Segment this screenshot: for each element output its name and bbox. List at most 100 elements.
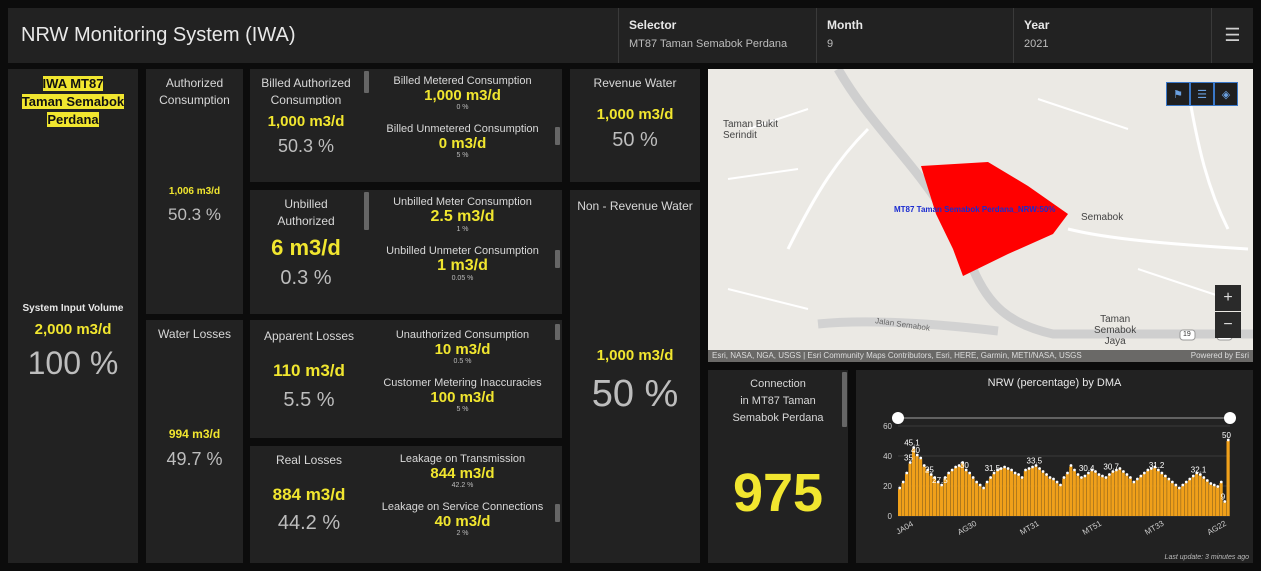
data-label: 27.5 xyxy=(932,476,948,485)
data-label: 30.4 xyxy=(1079,464,1095,473)
unauthorized-value: 10 m3/d xyxy=(434,341,491,358)
app-title: NRW Monitoring System (IWA) xyxy=(21,24,296,46)
chart-bar xyxy=(1002,468,1007,516)
apparent-scrollbar[interactable] xyxy=(555,324,560,340)
hamburger-icon[interactable]: ☰ xyxy=(1211,8,1253,63)
chart-point xyxy=(978,483,982,487)
billed-unmetered-label: Billed Unmetered Consumption xyxy=(386,123,539,135)
revenue-value: 1,000 m3/d xyxy=(596,106,674,123)
unbilled-label-line1: Unbilled xyxy=(284,197,328,211)
map-label-polygon: MT87 Taman Semabok Perdana_NRW:50% xyxy=(894,205,1056,214)
chart-bar xyxy=(971,478,975,516)
authorized-consumption-panel: Authorized Consumption 1,006 m3/d 50.3 % xyxy=(146,69,243,314)
map-label-semabok: Semabok xyxy=(1081,212,1124,223)
chart-bar xyxy=(1104,478,1108,516)
data-label: 25 xyxy=(925,466,934,475)
x-tick-label: MT51 xyxy=(1081,519,1104,537)
chart-bar xyxy=(1205,481,1209,516)
chart-bar xyxy=(936,483,940,516)
chart-point xyxy=(1080,476,1083,479)
chart-bar xyxy=(1034,466,1038,516)
month-value: 9 xyxy=(827,38,834,50)
bookmark-icon[interactable]: ⚑ xyxy=(1166,82,1190,106)
selector-label: Selector xyxy=(629,18,677,32)
data-label: 9 xyxy=(1221,493,1226,502)
chart-bar xyxy=(1121,472,1125,516)
billed-scrollbar[interactable] xyxy=(364,71,369,93)
real-pct: 44.2 % xyxy=(277,512,341,534)
chart-point xyxy=(954,465,958,469)
authorized-value: 1,006 m3/d xyxy=(168,186,221,197)
authorized-pct: 50.3 % xyxy=(168,205,221,224)
zoom-out-button[interactable]: − xyxy=(1215,312,1241,338)
legend-icon[interactable]: ☰ xyxy=(1190,82,1214,106)
connection-label-line1: Connection xyxy=(750,378,806,390)
unbilled-scrollbar[interactable] xyxy=(364,192,369,230)
chart-bar xyxy=(1153,468,1157,516)
y-tick-label: 0 xyxy=(888,512,893,521)
chart-bar xyxy=(1090,471,1094,516)
chart-bar xyxy=(908,463,912,516)
chart-bar xyxy=(1132,483,1136,516)
unbilled-sub-scrollbar[interactable] xyxy=(555,250,560,268)
last-update: Last update: 3 minutes ago xyxy=(1164,554,1249,561)
chart-bar xyxy=(1142,474,1146,516)
nonrevenue-value: 1,000 m3/d xyxy=(596,347,674,364)
y-tick-label: 40 xyxy=(883,452,892,461)
x-tick-label: AG22 xyxy=(1206,519,1229,537)
chart-bar xyxy=(1100,477,1104,516)
chart-point xyxy=(1052,477,1055,481)
chart-bar xyxy=(1202,478,1206,516)
dma-name-line2: Taman Semabok xyxy=(21,94,125,109)
chart-point xyxy=(1122,470,1125,473)
unbilled-metered-value: 2.5 m3/d xyxy=(430,208,495,225)
x-tick-label: MT33 xyxy=(1143,519,1166,537)
chart-bar xyxy=(974,483,979,516)
chart-point xyxy=(1139,474,1143,478)
chart-point xyxy=(1045,473,1048,476)
range-slider-handle-left[interactable] xyxy=(892,412,904,424)
zoom-in-button[interactable]: + xyxy=(1215,285,1241,311)
selector-dropdown[interactable]: Selector MT87 Taman Semabok Perdana xyxy=(618,8,816,63)
chart-point xyxy=(975,480,979,484)
chart-bar xyxy=(1198,475,1202,516)
chart-bar xyxy=(918,459,923,516)
chart-point xyxy=(971,476,975,479)
chart-point xyxy=(898,486,902,490)
layers-icon[interactable]: ◈ xyxy=(1214,82,1238,106)
chart-bar xyxy=(915,456,919,516)
chart-point xyxy=(1020,476,1024,479)
data-label: 32.1 xyxy=(1191,466,1207,475)
billed-sub-scrollbar[interactable] xyxy=(555,127,560,145)
data-label: 33.5 xyxy=(1027,457,1043,466)
authorized-label-line2: Consumption xyxy=(159,93,230,107)
chart-bar xyxy=(999,469,1003,516)
chart-point xyxy=(1104,476,1108,479)
app-header: NRW Monitoring System (IWA) Selector MT8… xyxy=(8,8,1253,63)
connection-count: 975 xyxy=(732,463,824,523)
revenue-pct: 50 % xyxy=(612,129,658,151)
chart-bar xyxy=(1072,471,1076,516)
nrw-chart[interactable]: 020406045.140352527.530 31.533.530.4 30.7 3… xyxy=(856,388,1253,563)
dma-map[interactable]: Taman Bukit Serindit MT87 Taman Semabok P… xyxy=(708,69,1253,362)
map-attribution-text: Esri, NASA, NGA, USGS | Esri Community M… xyxy=(712,351,1082,360)
chart-bar xyxy=(1118,469,1122,516)
x-tick-label: JA04 xyxy=(895,519,916,536)
chart-bar xyxy=(1149,469,1153,516)
chart-bar xyxy=(1146,471,1150,516)
chart-bar xyxy=(1055,483,1059,516)
billed-metered-pct: 0 % xyxy=(456,104,469,111)
unbilled-metered-pct: 1 % xyxy=(456,226,469,233)
chart-bar xyxy=(1006,469,1010,516)
chart-point xyxy=(905,471,909,475)
metering-label: Customer Metering Inaccuracies xyxy=(383,377,542,389)
month-dropdown[interactable]: Month 9 xyxy=(816,8,1013,63)
chart-bar xyxy=(1027,469,1031,516)
chart-bar xyxy=(1111,472,1115,516)
connection-scrollbar[interactable] xyxy=(842,372,847,427)
real-scrollbar[interactable] xyxy=(555,504,560,522)
chart-bar xyxy=(901,483,905,516)
range-slider-handle-right[interactable] xyxy=(1224,412,1236,424)
year-dropdown[interactable]: Year 2021 xyxy=(1013,8,1211,63)
chart-bar xyxy=(992,474,996,516)
